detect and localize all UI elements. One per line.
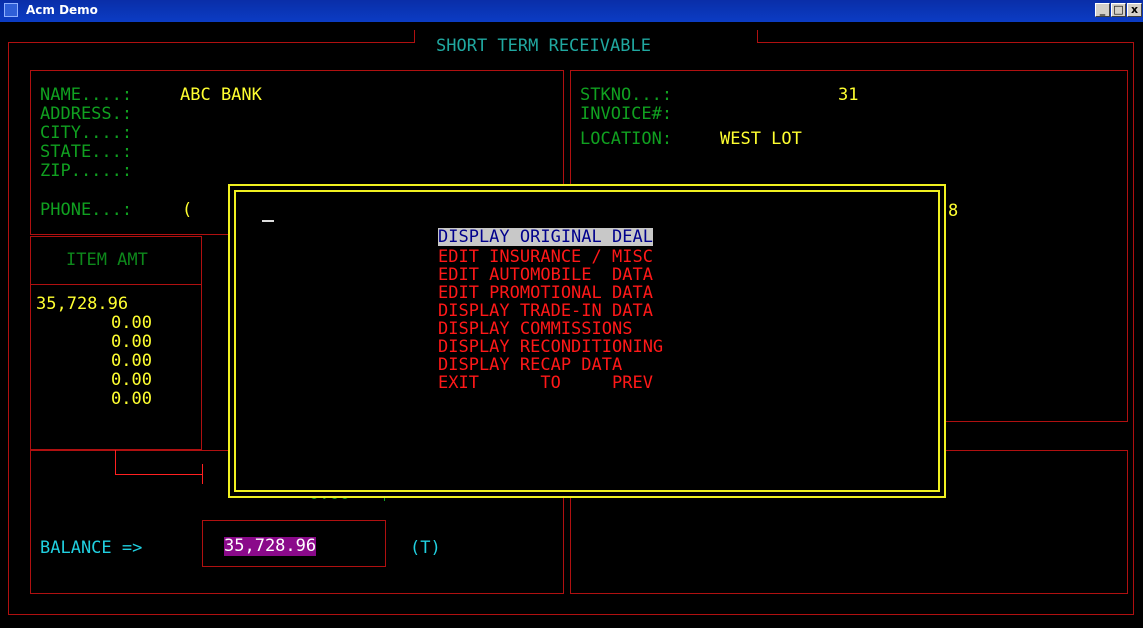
name-label: NAME....: — [40, 85, 133, 105]
menu-item-display-original-deal[interactable]: DISPLAY ORIGINAL DEAL — [438, 228, 653, 246]
menu-item-display-commissions[interactable]: DISPLAY COMMISSIONS — [438, 320, 632, 338]
menu-item-exit-to-prev[interactable]: EXIT TO PREV — [438, 374, 653, 392]
balance-flag: (T) — [410, 538, 441, 558]
item-amount[interactable]: 0.00 — [111, 333, 152, 352]
item-amount[interactable]: 0.00 — [111, 352, 152, 371]
menu-item-edit-insurance-misc[interactable]: EDIT INSURANCE / MISC — [438, 248, 653, 266]
zip-label: ZIP.....: — [40, 161, 133, 181]
outer-border-top-right — [757, 42, 1134, 43]
outer-border-top-left — [8, 42, 414, 43]
items-header: ITEM AMT — [66, 250, 148, 270]
partial-value: 8 — [948, 201, 959, 221]
outer-border-right — [1133, 42, 1134, 615]
location-label: LOCATION: — [580, 129, 673, 149]
stkno-value[interactable]: 31 — [838, 86, 858, 105]
balance-label: BALANCE => — [40, 538, 143, 558]
menu-item-edit-promotional-data[interactable]: EDIT PROMOTIONAL DATA — [438, 284, 653, 302]
invoice-label: INVOICE#: — [580, 104, 673, 124]
text-cursor — [262, 220, 274, 222]
app-icon — [4, 3, 18, 17]
screen-title: SHORT TERM RECEIVABLE — [436, 36, 651, 56]
items-header-divider — [30, 284, 202, 285]
item-amount[interactable]: 0.00 — [111, 314, 152, 333]
address-label: ADDRESS.: — [40, 104, 133, 124]
minimize-button[interactable]: _ — [1095, 3, 1110, 17]
stkno-label: STKNO...: — [580, 85, 673, 105]
title-bar: Acm Demo _ □ x — [0, 0, 1143, 22]
bracket-left-horizontal — [115, 474, 203, 475]
maximize-button[interactable]: □ — [1111, 3, 1126, 17]
terminal-screen[interactable]: SHORT TERM RECEIVABLE NAME....: ABC BANK… — [0, 22, 1143, 628]
phone-value[interactable]: ( — [182, 201, 192, 220]
menu-item-display-trade-in-data[interactable]: DISPLAY TRADE-IN DATA — [438, 302, 653, 320]
balance-value[interactable]: 35,728.96 — [224, 537, 317, 556]
city-label: CITY....: — [40, 123, 133, 143]
outer-border-bottom — [8, 614, 1134, 615]
menu-item-display-reconditioning[interactable]: DISPLAY RECONDITIONING — [438, 338, 663, 356]
menu-item-edit-automobile-data[interactable]: EDIT AUTOMOBILE DATA — [438, 266, 653, 284]
item-amount[interactable]: 0.00 — [111, 390, 152, 409]
location-value[interactable]: WEST LOT — [720, 130, 802, 149]
outer-border-notch-left — [414, 30, 415, 43]
item-amount[interactable]: 0.00 — [111, 371, 152, 390]
phone-label: PHONE...: — [40, 200, 133, 220]
menu-item-display-recap-data[interactable]: DISPLAY RECAP DATA — [438, 356, 622, 374]
bracket-left-vertical — [115, 450, 116, 475]
item-amount[interactable]: 35,728.96 — [36, 295, 128, 314]
close-button[interactable]: x — [1127, 3, 1142, 17]
window-title: Acm Demo — [26, 3, 98, 17]
state-label: STATE...: — [40, 142, 133, 162]
bracket-left-end — [202, 464, 203, 484]
options-menu: DISPLAY ORIGINAL DEAL EDIT INSURANCE / M… — [228, 184, 946, 498]
name-value[interactable]: ABC BANK — [180, 86, 262, 105]
outer-border-left — [8, 42, 9, 615]
